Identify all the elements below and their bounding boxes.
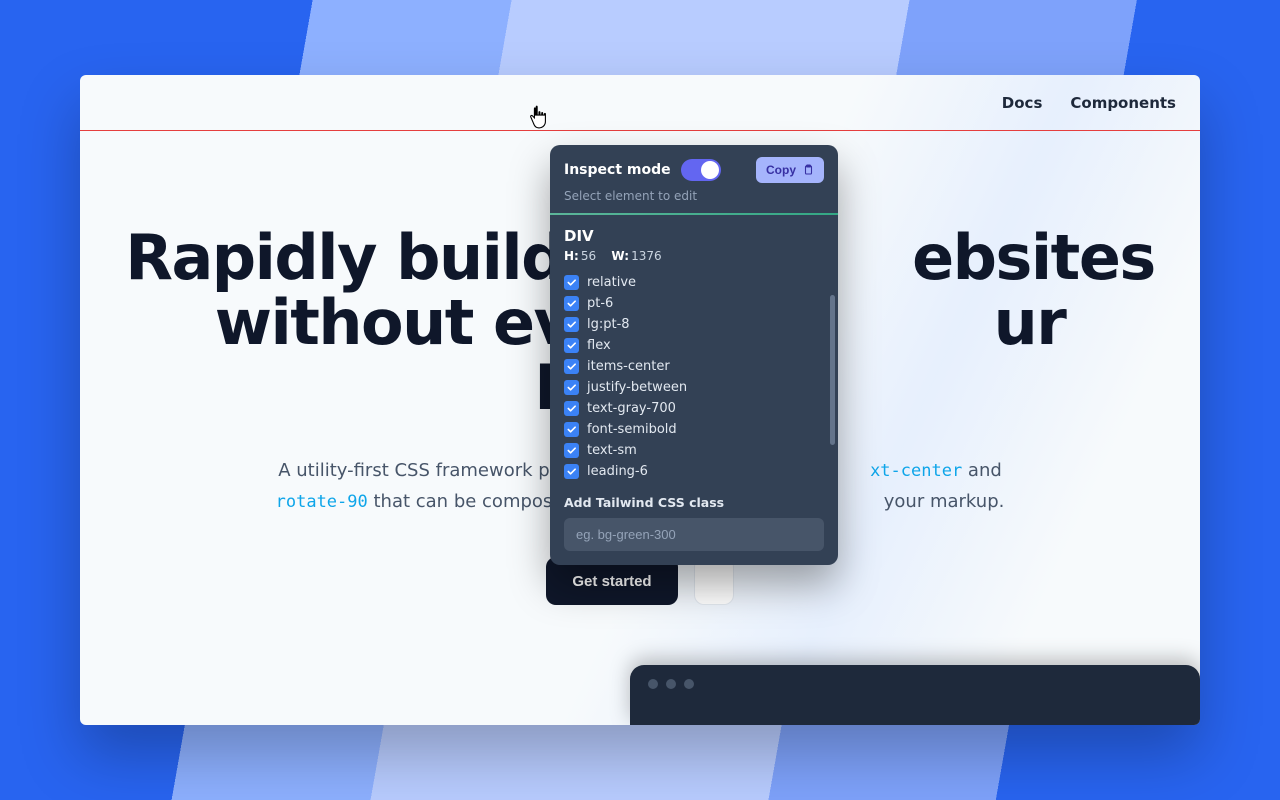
clipboard-icon — [802, 164, 814, 176]
hero-code-a: xt-center — [870, 461, 962, 481]
inspector-header: Inspect mode Copy Select element to edit — [550, 145, 838, 213]
checkbox-checked[interactable] — [564, 443, 579, 458]
class-name: lg:pt-8 — [587, 317, 630, 332]
hero-code-b: rotate-90 — [276, 492, 368, 512]
check-icon — [566, 277, 577, 288]
check-icon — [566, 424, 577, 435]
checkbox-checked[interactable] — [564, 401, 579, 416]
class-name: items-center — [587, 359, 670, 374]
class-name: justify-between — [587, 380, 687, 395]
element-dimensions: H:56 W:1376 — [564, 249, 824, 263]
dim-w-value: 1376 — [631, 249, 662, 263]
checkbox-checked[interactable] — [564, 422, 579, 437]
hero-title-part1: Rapidly build — [125, 221, 564, 294]
inspector-panel: Inspect mode Copy Select element to edit… — [550, 145, 838, 565]
toggle-knob — [701, 161, 719, 179]
class-name: text-gray-700 — [587, 401, 676, 416]
copy-button-label: Copy — [766, 163, 796, 177]
hero-title-part2: ebsites — [912, 221, 1155, 294]
header-bar: Docs Components — [80, 75, 1200, 131]
inspector-subtitle: Select element to edit — [564, 189, 824, 203]
class-name: leading-6 — [587, 464, 648, 479]
hero-sub-b: and — [968, 460, 1002, 481]
inspector-title: Inspect mode — [564, 162, 671, 178]
checkbox-checked[interactable] — [564, 275, 579, 290]
checkbox-checked[interactable] — [564, 380, 579, 395]
class-list: relative pt-6 lg:pt-8 flex items-center — [564, 275, 824, 479]
class-row[interactable]: pt-6 — [564, 296, 824, 311]
window-dot-icon — [666, 679, 676, 689]
dim-h-label: H: — [564, 249, 579, 263]
inspector-body: DIV H:56 W:1376 relative pt-6 lg:pt-8 — [550, 215, 838, 565]
check-icon — [566, 340, 577, 351]
check-icon — [566, 403, 577, 414]
dim-h-value: 56 — [581, 249, 596, 263]
class-name: font-semibold — [587, 422, 677, 437]
check-icon — [566, 382, 577, 393]
check-icon — [566, 319, 577, 330]
hero-sub-d: your markup. — [884, 491, 1005, 512]
class-row[interactable]: text-gray-700 — [564, 401, 824, 416]
class-name: flex — [587, 338, 611, 353]
check-icon — [566, 298, 577, 309]
nav-link-docs[interactable]: Docs — [1002, 94, 1043, 112]
checkbox-checked[interactable] — [564, 317, 579, 332]
inspect-mode-toggle[interactable] — [681, 159, 721, 181]
check-icon — [566, 445, 577, 456]
checkbox-checked[interactable] — [564, 359, 579, 374]
class-row[interactable]: relative — [564, 275, 824, 290]
add-class-label: Add Tailwind CSS class — [564, 495, 824, 510]
scrollbar-thumb[interactable] — [830, 295, 835, 445]
window-dot-icon — [648, 679, 658, 689]
hero-sub-c: that can be compose — [373, 491, 563, 512]
class-name: relative — [587, 275, 636, 290]
class-row[interactable]: lg:pt-8 — [564, 317, 824, 332]
class-row[interactable]: flex — [564, 338, 824, 353]
checkbox-checked[interactable] — [564, 338, 579, 353]
class-row[interactable]: font-semibold — [564, 422, 824, 437]
class-row[interactable]: leading-6 — [564, 464, 824, 479]
copy-button[interactable]: Copy — [756, 157, 824, 183]
window-dot-icon — [684, 679, 694, 689]
code-window — [630, 665, 1200, 725]
class-row[interactable]: justify-between — [564, 380, 824, 395]
page: Docs Components Rapidly build xxxxxxxx e… — [80, 75, 1200, 725]
element-tag: DIV — [564, 227, 824, 245]
class-row[interactable]: items-center — [564, 359, 824, 374]
checkbox-checked[interactable] — [564, 296, 579, 311]
class-row[interactable]: text-sm — [564, 443, 824, 458]
nav-link-components[interactable]: Components — [1070, 94, 1176, 112]
check-icon — [566, 466, 577, 477]
check-icon — [566, 361, 577, 372]
window-controls — [648, 679, 694, 689]
add-class-input[interactable] — [564, 518, 824, 551]
class-name: pt-6 — [587, 296, 613, 311]
class-name: text-sm — [587, 443, 637, 458]
dim-w-label: W: — [611, 249, 629, 263]
checkbox-checked[interactable] — [564, 464, 579, 479]
